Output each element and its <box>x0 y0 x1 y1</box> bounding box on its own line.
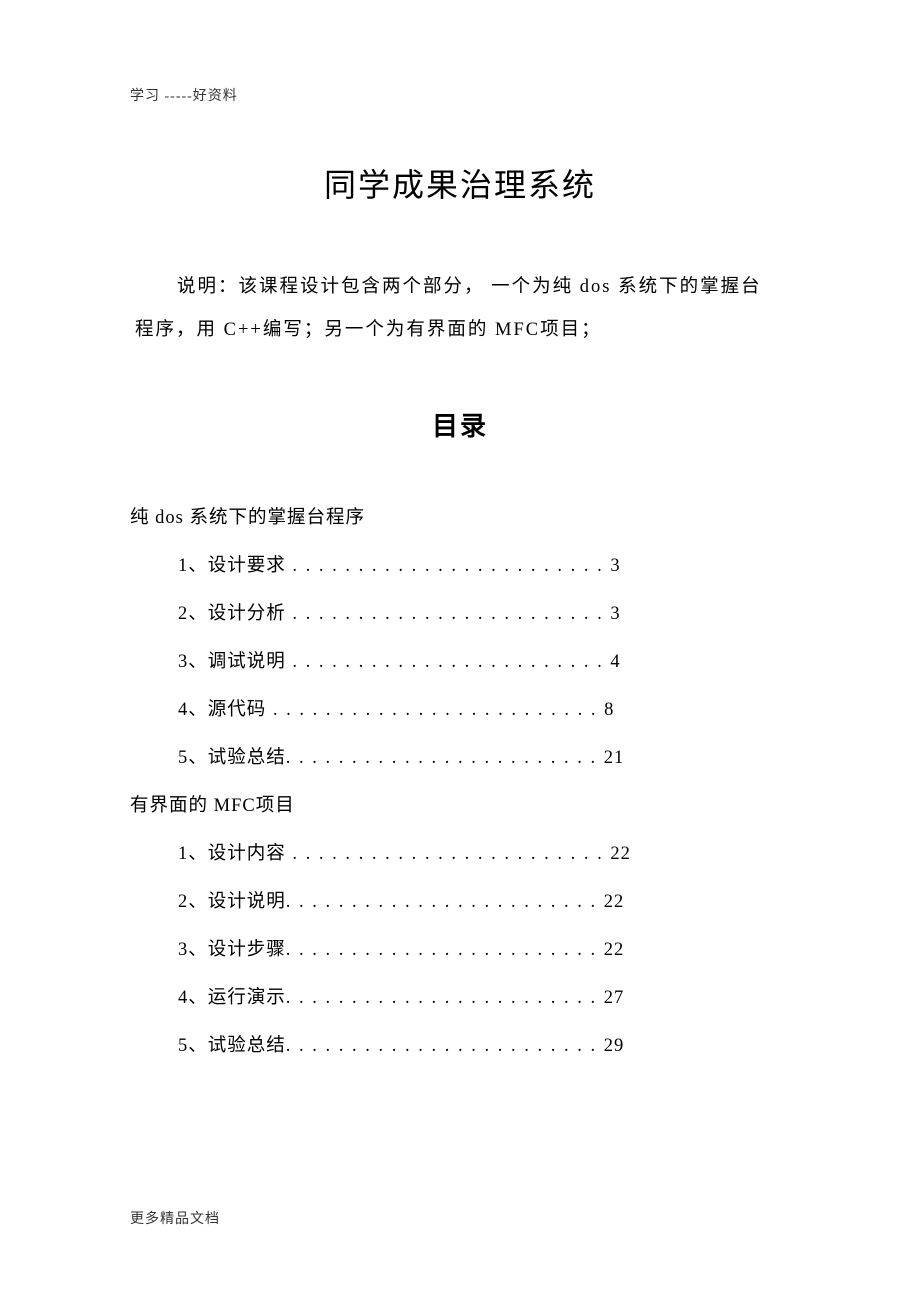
intro-text-mfc: MFC <box>495 320 540 340</box>
intro-text-cpp: C++ <box>217 320 263 340</box>
document-page: 学习 -----好资料 同学成果治理系统 说明：该课程设计包含两个部分， 一个为… <box>0 0 920 1139</box>
page-footer: 更多精品文档 <box>130 1208 220 1228</box>
intro-text-1: 说明：该课程设计包含两个部分， 一个为纯 <box>177 277 573 297</box>
toc-dots: . . . . . . . . . . . . . . . . . . . . … <box>286 652 611 672</box>
toc-label: 1、设计内容 <box>178 844 286 864</box>
toc-dots: . . . . . . . . . . . . . . . . . . . . … <box>286 1036 604 1056</box>
toc-page-number: 8 <box>604 700 614 720</box>
toc-label: 2、设计说明 <box>178 892 286 912</box>
toc-entry: 1、设计内容 . . . . . . . . . . . . . . . . .… <box>178 839 790 865</box>
toc-section-2: 有界面的 MFC项目 1、设计内容 . . . . . . . . . . . … <box>130 791 790 1057</box>
toc-entry: 2、设计说明. . . . . . . . . . . . . . . . . … <box>178 887 790 913</box>
toc-heading: 目录 <box>130 406 790 443</box>
toc-label: 1、设计要求 <box>178 556 286 576</box>
toc-dots: . . . . . . . . . . . . . . . . . . . . … <box>286 556 611 576</box>
toc-dots: . . . . . . . . . . . . . . . . . . . . … <box>286 892 604 912</box>
toc-page-number: 22 <box>604 940 625 960</box>
section1-list: 1、设计要求 . . . . . . . . . . . . . . . . .… <box>178 551 790 769</box>
toc-dots: . . . . . . . . . . . . . . . . . . . . … <box>286 988 604 1008</box>
toc-label: 3、调试说明 <box>178 652 286 672</box>
toc-entry: 3、调试说明 . . . . . . . . . . . . . . . . .… <box>178 647 790 673</box>
toc-dots: . . . . . . . . . . . . . . . . . . . . … <box>286 940 604 960</box>
section1-heading-pre: 纯 <box>130 508 155 528</box>
toc-page-number: 3 <box>610 604 620 624</box>
toc-entry: 2、设计分析 . . . . . . . . . . . . . . . . .… <box>178 599 790 625</box>
section2-heading-post: 项目 <box>256 796 295 816</box>
toc-label: 2、设计分析 <box>178 604 286 624</box>
toc-dots: . . . . . . . . . . . . . . . . . . . . … <box>286 604 611 624</box>
toc-entry: 3、设计步骤. . . . . . . . . . . . . . . . . … <box>178 935 790 961</box>
section2-list: 1、设计内容 . . . . . . . . . . . . . . . . .… <box>178 839 790 1057</box>
toc-entry: 1、设计要求 . . . . . . . . . . . . . . . . .… <box>178 551 790 577</box>
section2-heading-mid: MFC <box>214 796 256 816</box>
section2-heading: 有界面的 MFC项目 <box>130 791 790 817</box>
intro-text-2: 系统下的掌握台 <box>618 277 762 297</box>
section2-heading-pre: 有界面的 <box>130 796 214 816</box>
toc-entry: 5、试验总结. . . . . . . . . . . . . . . . . … <box>178 743 790 769</box>
toc-page-number: 3 <box>610 556 620 576</box>
toc-label: 5、试验总结 <box>178 748 286 768</box>
toc-page-number: 21 <box>604 748 625 768</box>
toc-page-number: 22 <box>604 892 625 912</box>
toc-label: 5、试验总结 <box>178 1036 286 1056</box>
intro-paragraph: 说明：该课程设计包含两个部分， 一个为纯 dos 系统下的掌握台 程序，用 C+… <box>130 266 790 351</box>
toc-dots: . . . . . . . . . . . . . . . . . . . . … <box>266 700 604 720</box>
toc-page-number: 29 <box>604 1036 625 1056</box>
section1-heading-post: 系统下的掌握台程序 <box>189 508 365 528</box>
toc-label: 4、源代码 <box>178 700 266 720</box>
toc-label: 4、运行演示 <box>178 988 286 1008</box>
intro-text-dos: dos <box>573 277 618 297</box>
page-header: 学习 -----好资料 <box>130 85 790 105</box>
section1-heading-mid: dos <box>155 508 189 528</box>
toc-entry: 5、试验总结. . . . . . . . . . . . . . . . . … <box>178 1031 790 1057</box>
toc-section-1: 纯 dos 系统下的掌握台程序 1、设计要求 . . . . . . . . .… <box>130 503 790 769</box>
toc-page-number: 27 <box>604 988 625 1008</box>
toc-dots: . . . . . . . . . . . . . . . . . . . . … <box>286 748 604 768</box>
toc-page-number: 22 <box>610 844 631 864</box>
intro-text-3: 程序，用 <box>135 320 217 340</box>
intro-text-4: 编写；另一个为有界面的 <box>263 320 495 340</box>
intro-text-5: 项目； <box>540 320 602 340</box>
toc-label: 3、设计步骤 <box>178 940 286 960</box>
document-title: 同学成果治理系统 <box>130 160 790 206</box>
section1-heading: 纯 dos 系统下的掌握台程序 <box>130 503 790 529</box>
toc-dots: . . . . . . . . . . . . . . . . . . . . … <box>286 844 611 864</box>
toc-entry: 4、源代码 . . . . . . . . . . . . . . . . . … <box>178 695 790 721</box>
toc-page-number: 4 <box>610 652 620 672</box>
toc-entry: 4、运行演示. . . . . . . . . . . . . . . . . … <box>178 983 790 1009</box>
